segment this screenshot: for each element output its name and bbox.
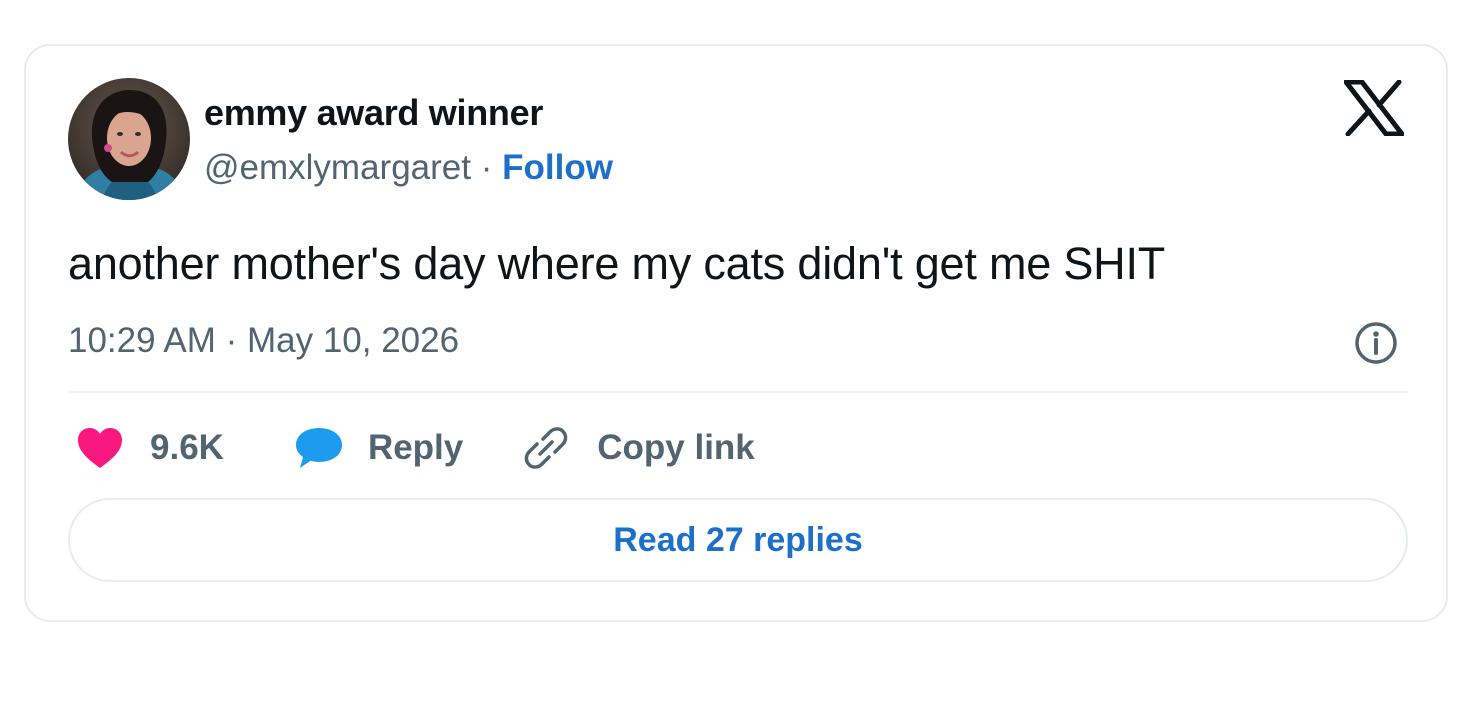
reply-label: Reply [367, 428, 464, 467]
info-icon[interactable] [1353, 320, 1399, 366]
handle[interactable]: @emxlymargaret [204, 148, 471, 187]
divider [68, 391, 1408, 393]
handle-row: @emxlymargaret · Follow [204, 148, 613, 188]
heart-icon [78, 428, 122, 468]
speech-bubble-icon [295, 428, 342, 468]
tweet-text: another mother's day where my cats didn'… [68, 238, 1166, 289]
copy-link-button[interactable]: Copy link [523, 425, 755, 471]
reply-button[interactable]: Reply [294, 425, 463, 471]
read-replies-button[interactable]: Read 27 replies [68, 498, 1408, 582]
x-logo-icon[interactable] [1343, 79, 1405, 137]
timestamp[interactable]: 10:29 AM · May 10, 2026 [68, 321, 459, 361]
link-icon [524, 427, 568, 469]
action-bar: 9.6K Reply Copy link [76, 420, 755, 476]
like-button[interactable]: 9.6K [76, 426, 224, 470]
tweet-card: emmy award winner @emxlymargaret · Follo… [24, 44, 1448, 622]
display-name[interactable]: emmy award winner [204, 92, 543, 134]
separator-dot: · [480, 148, 493, 187]
read-replies-label: Read 27 replies [613, 520, 863, 559]
like-count: 9.6K [150, 428, 224, 467]
avatar[interactable] [68, 78, 190, 200]
copy-link-label: Copy link [597, 428, 755, 467]
follow-button[interactable]: Follow [502, 148, 613, 187]
